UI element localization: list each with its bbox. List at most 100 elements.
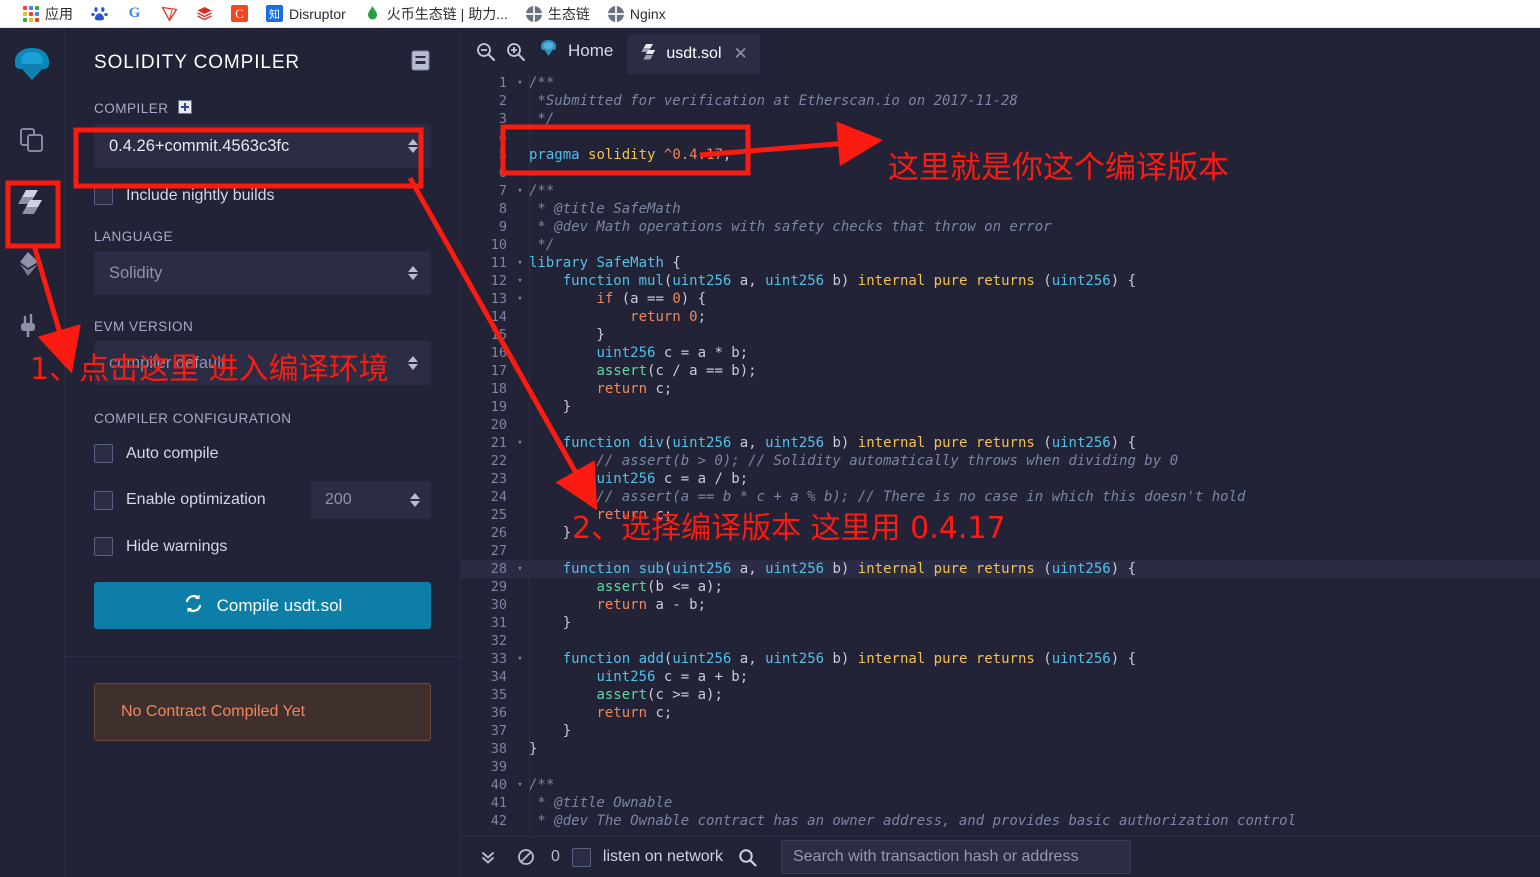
include-nightly-builds-checkbox[interactable] — [94, 186, 113, 205]
line-number: 4 — [498, 129, 507, 145]
bookmark-c[interactable]: C — [222, 1, 257, 27]
compile-button[interactable]: Compile usdt.sol — [94, 582, 431, 629]
line-number: 2 — [498, 93, 507, 109]
line-number: 42 — [490, 813, 507, 829]
sidebar-item-plugin-manager[interactable] — [9, 302, 55, 350]
sidebar-item-deploy-run[interactable] — [9, 240, 55, 288]
code-line: 23 uint256 c = a / b; — [461, 470, 1540, 488]
language-select[interactable]: Solidity — [94, 251, 431, 295]
bookmark-shengtailian[interactable]: 生态链 — [517, 1, 599, 27]
code-text: /** — [529, 777, 555, 793]
bookmark-apps[interactable]: 应用 — [14, 1, 82, 27]
code-text: } — [529, 615, 572, 631]
hide-warnings-checkbox[interactable] — [94, 537, 113, 556]
include-nightly-builds-label: Include nightly builds — [126, 186, 275, 204]
tab-home[interactable]: Home — [530, 28, 627, 74]
fold-arrow-icon[interactable]: ▾ — [511, 186, 529, 196]
compiler-version-select[interactable]: 0.4.26+commit.4563c3fc — [94, 124, 431, 168]
add-icon[interactable] — [177, 100, 192, 117]
deploy-run-icon — [20, 252, 38, 276]
bookmark-nginx[interactable]: Nginx — [599, 1, 675, 27]
code-line: 31 } — [461, 614, 1540, 632]
code-editor[interactable]: 1 ▾/** 2 *Submitted for verification at Et… — [461, 74, 1540, 834]
remix-logo-icon[interactable] — [8, 42, 56, 90]
line-number: 10 — [490, 237, 507, 253]
chevron-updown-icon — [408, 266, 418, 280]
code-line: 17 assert(c / a == b); — [461, 362, 1540, 380]
book-icon — [196, 5, 213, 22]
document-icon[interactable] — [411, 50, 430, 76]
panel-divider — [65, 656, 460, 657]
transaction-search-input[interactable]: Search with transaction hash or address — [780, 840, 1131, 874]
fold-arrow-icon[interactable]: ▾ — [511, 294, 529, 304]
listen-on-network-label: listen on network — [602, 848, 723, 865]
fold-arrow-icon[interactable]: ▾ — [511, 258, 529, 268]
code-line: 35 assert(c >= a); — [461, 686, 1540, 704]
file-explorer-icon — [20, 128, 43, 152]
bookmark-tron[interactable] — [152, 1, 187, 27]
auto-compile-checkbox[interactable] — [94, 444, 113, 463]
compiler-label-row: COMPILER — [94, 100, 431, 117]
code-text: /** — [529, 75, 555, 91]
log-count: 0 — [551, 848, 560, 865]
code-line: 34 uint256 c = a + b; — [461, 668, 1540, 686]
tab-usdt-sol[interactable]: usdt.sol ✕ — [627, 34, 760, 74]
bookmark-google[interactable]: G — [117, 1, 152, 27]
code-text: /** — [529, 183, 555, 199]
code-line: 42 * @dev The Ownable contract has an ow… — [461, 812, 1540, 830]
bookmark-label: 应用 — [45, 5, 73, 22]
tab-usdt-sol-label: usdt.sol — [666, 45, 722, 62]
include-nightly-builds-row[interactable]: Include nightly builds — [94, 186, 431, 205]
bookmark-disruptor[interactable]: 知 Disruptor — [257, 1, 355, 27]
code-line: 4 — [461, 128, 1540, 146]
auto-compile-row[interactable]: Auto compile — [94, 444, 431, 463]
chevron-updown-icon[interactable] — [410, 493, 420, 507]
code-text: return c; — [596, 381, 673, 397]
code-line: 36 return c; — [461, 704, 1540, 722]
fold-arrow-icon[interactable]: ▾ — [511, 276, 529, 286]
fold-arrow-icon[interactable]: ▾ — [511, 564, 529, 574]
enable-optimization-label: Enable optimization — [126, 491, 266, 508]
code-text: function sub(uint256 a, uint256 b) inter… — [562, 561, 1137, 577]
search-icon[interactable] — [735, 844, 761, 870]
close-icon[interactable]: ✕ — [734, 44, 748, 64]
optimization-runs-stepper[interactable]: 200 — [311, 481, 431, 519]
line-number: 18 — [490, 381, 507, 397]
transaction-search-placeholder: Search with transaction hash or address — [792, 848, 1079, 865]
listen-on-network-checkbox[interactable] — [571, 847, 591, 867]
zoom-out-icon[interactable] — [470, 36, 500, 66]
fold-arrow-icon[interactable]: ▾ — [511, 780, 529, 790]
double-chevron-down-icon[interactable] — [475, 844, 501, 870]
code-text: * @dev Math operations with safety check… — [529, 219, 1052, 235]
line-number: 9 — [498, 219, 507, 235]
hide-warnings-row[interactable]: Hide warnings — [94, 537, 431, 556]
code-line: 21 ▾ function div(uint256 a, uint256 b) i… — [461, 434, 1540, 452]
bookmark-baidu[interactable] — [82, 1, 117, 27]
enable-optimization-checkbox[interactable] — [94, 490, 113, 510]
sidebar-item-file-explorer[interactable] — [9, 116, 55, 164]
code-text: function mul(uint256 a, uint256 b) inter… — [562, 273, 1137, 289]
fold-arrow-icon[interactable]: ▾ — [511, 438, 529, 448]
code-line: 15 } — [461, 326, 1540, 344]
code-text: } — [529, 723, 572, 739]
code-text: function div(uint256 a, uint256 b) inter… — [562, 435, 1137, 451]
code-line: 1 ▾/** — [461, 74, 1540, 92]
code-text: return c; — [596, 705, 673, 721]
bookmark-heco[interactable]: 火币生态链 | 助力... — [355, 1, 517, 27]
code-text: assert(c / a == b); — [596, 363, 757, 379]
google-icon: G — [128, 5, 141, 21]
ban-icon[interactable] — [513, 844, 539, 870]
line-number: 36 — [490, 705, 507, 721]
compile-button-label: Compile usdt.sol — [216, 595, 343, 615]
evm-version-select[interactable]: compiler default — [94, 341, 431, 385]
zoom-in-icon[interactable] — [500, 36, 530, 66]
sidebar-item-solidity-compiler[interactable] — [9, 178, 55, 226]
bookmark-book[interactable] — [187, 1, 222, 27]
fold-arrow-icon[interactable]: ▾ — [511, 78, 529, 88]
code-line: 6 — [461, 164, 1540, 182]
line-number: 14 — [490, 309, 507, 325]
code-line: 32 — [461, 632, 1540, 650]
fold-arrow-icon[interactable]: ▾ — [511, 654, 529, 664]
solidity-compiler-icon — [18, 190, 42, 214]
code-line: 25 return c; — [461, 506, 1540, 524]
